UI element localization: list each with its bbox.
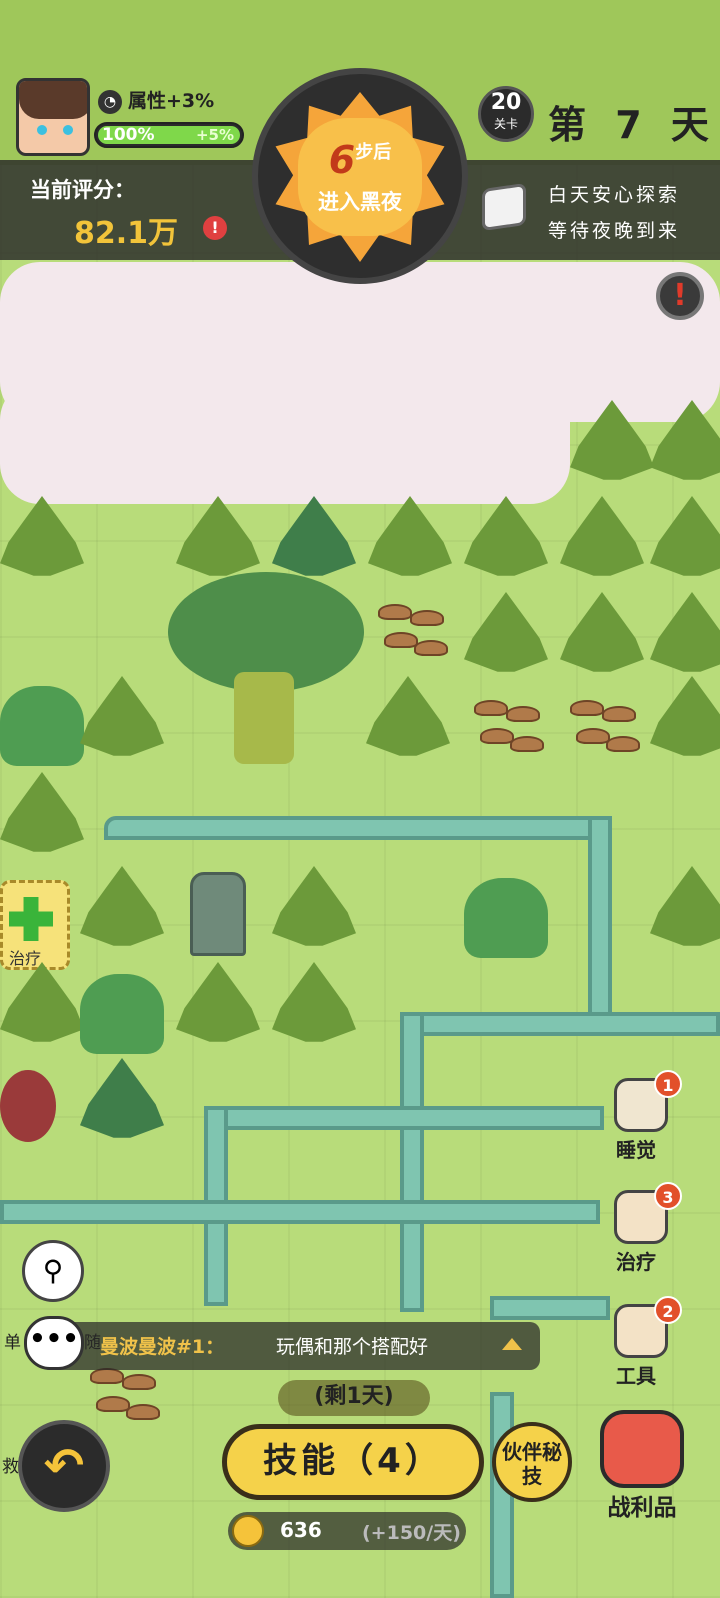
heal-badge: 3 [654, 1182, 682, 1210]
heal-label: 治疗 [616, 1250, 656, 1274]
level-number: 20 [490, 90, 522, 115]
mushroom-cluster[interactable] [562, 692, 646, 776]
bush[interactable] [80, 974, 164, 1054]
chat-bar[interactable]: 曼波曼波#1： 玩偶和那个搭配好 [40, 1322, 540, 1370]
avatar-eye [37, 125, 47, 135]
hp-percent: 100% [102, 125, 155, 145]
coin-counter: 636 (+150/天) [228, 1512, 466, 1550]
alert-button[interactable]: ! [656, 272, 704, 320]
giant-broccoli-tree[interactable] [168, 572, 364, 766]
sleep-button[interactable]: 1 睡觉 [604, 1070, 690, 1170]
chat-bubble-icon[interactable]: ••• [24, 1316, 84, 1370]
bush[interactable] [0, 686, 84, 766]
coin-value: 636 [280, 1518, 322, 1542]
bush[interactable] [464, 878, 548, 958]
road-path [0, 1200, 600, 1224]
steps-until-night: 6步后 [300, 138, 420, 182]
avatar-eye [63, 125, 73, 135]
remaining-days: (剩1天) [278, 1380, 430, 1416]
level-badge[interactable]: 20 关卡 [478, 86, 534, 142]
edge-label: 单 [4, 1333, 21, 1353]
score-warning-icon[interactable]: ! [203, 216, 227, 240]
level-label: 关卡 [493, 117, 518, 131]
score-label: 当前评分： [30, 178, 135, 202]
avatar-hair [19, 81, 87, 119]
road-path [400, 1012, 424, 1312]
day-counter: 第 7 天 [548, 103, 717, 147]
road-path [588, 816, 612, 1016]
player-avatar[interactable] [16, 78, 90, 156]
attribute-bonus: ◔ 属性+3% [98, 86, 214, 114]
chat-sender: 曼波曼波#1： [100, 1336, 225, 1358]
sleep-label: 睡觉 [616, 1138, 656, 1162]
heal-button[interactable]: 3 治疗 [604, 1182, 690, 1282]
loot-label: 战利品 [607, 1495, 677, 1521]
score-value: 82.1万 [74, 216, 179, 251]
sleep-badge: 1 [654, 1070, 682, 1098]
night-label: 进入黑夜 [318, 190, 402, 214]
skill-button[interactable]: 技能（4） [222, 1424, 484, 1500]
location-pin-icon[interactable]: ⚲ [22, 1240, 84, 1302]
heal-tile[interactable]: 治疗 [0, 880, 70, 970]
tofu-cube-icon [482, 182, 526, 232]
coin-rate: (+150/天) [362, 1522, 461, 1544]
road-path [400, 1012, 720, 1036]
coin-icon [232, 1515, 264, 1547]
chat-message: 玩偶和那个搭配好 [276, 1336, 429, 1358]
road-path [490, 1296, 610, 1320]
mushroom-cluster[interactable] [370, 596, 454, 680]
heal-tile-label: 治疗 [9, 949, 42, 968]
fog-cloud [0, 380, 570, 504]
tools-label: 工具 [616, 1364, 656, 1388]
stone-tablet[interactable] [190, 872, 246, 956]
loot-button[interactable]: 战利品 [592, 1410, 692, 1521]
partner-skill-button[interactable]: 伙伴秘技 [492, 1422, 572, 1502]
chat-expand-icon[interactable] [502, 1338, 522, 1350]
steps-count: 6 [328, 138, 356, 182]
tip-line-2: 等待夜晚到来 [548, 220, 681, 242]
road-path [104, 816, 612, 840]
heal-cross-icon [9, 897, 53, 941]
back-arrow-icon[interactable]: ↶ [18, 1420, 110, 1512]
attribute-bonus-text: 属性+3% [128, 90, 215, 112]
attribute-icon: ◔ [98, 89, 122, 114]
turnip[interactable] [0, 1070, 56, 1142]
mushroom-cluster[interactable] [466, 692, 550, 776]
hp-bonus: +5% [195, 126, 234, 144]
hp-bar: 100% +5% [94, 122, 244, 148]
steps-suffix: 步后 [355, 142, 392, 163]
road-path [204, 1106, 604, 1130]
tree-trunk [234, 672, 294, 764]
tools-badge: 2 [654, 1296, 682, 1324]
tools-button[interactable]: 2 工具 [604, 1296, 690, 1396]
tip-line-1: 白天安心探索 [548, 184, 681, 206]
loot-chest-icon [600, 1410, 684, 1488]
